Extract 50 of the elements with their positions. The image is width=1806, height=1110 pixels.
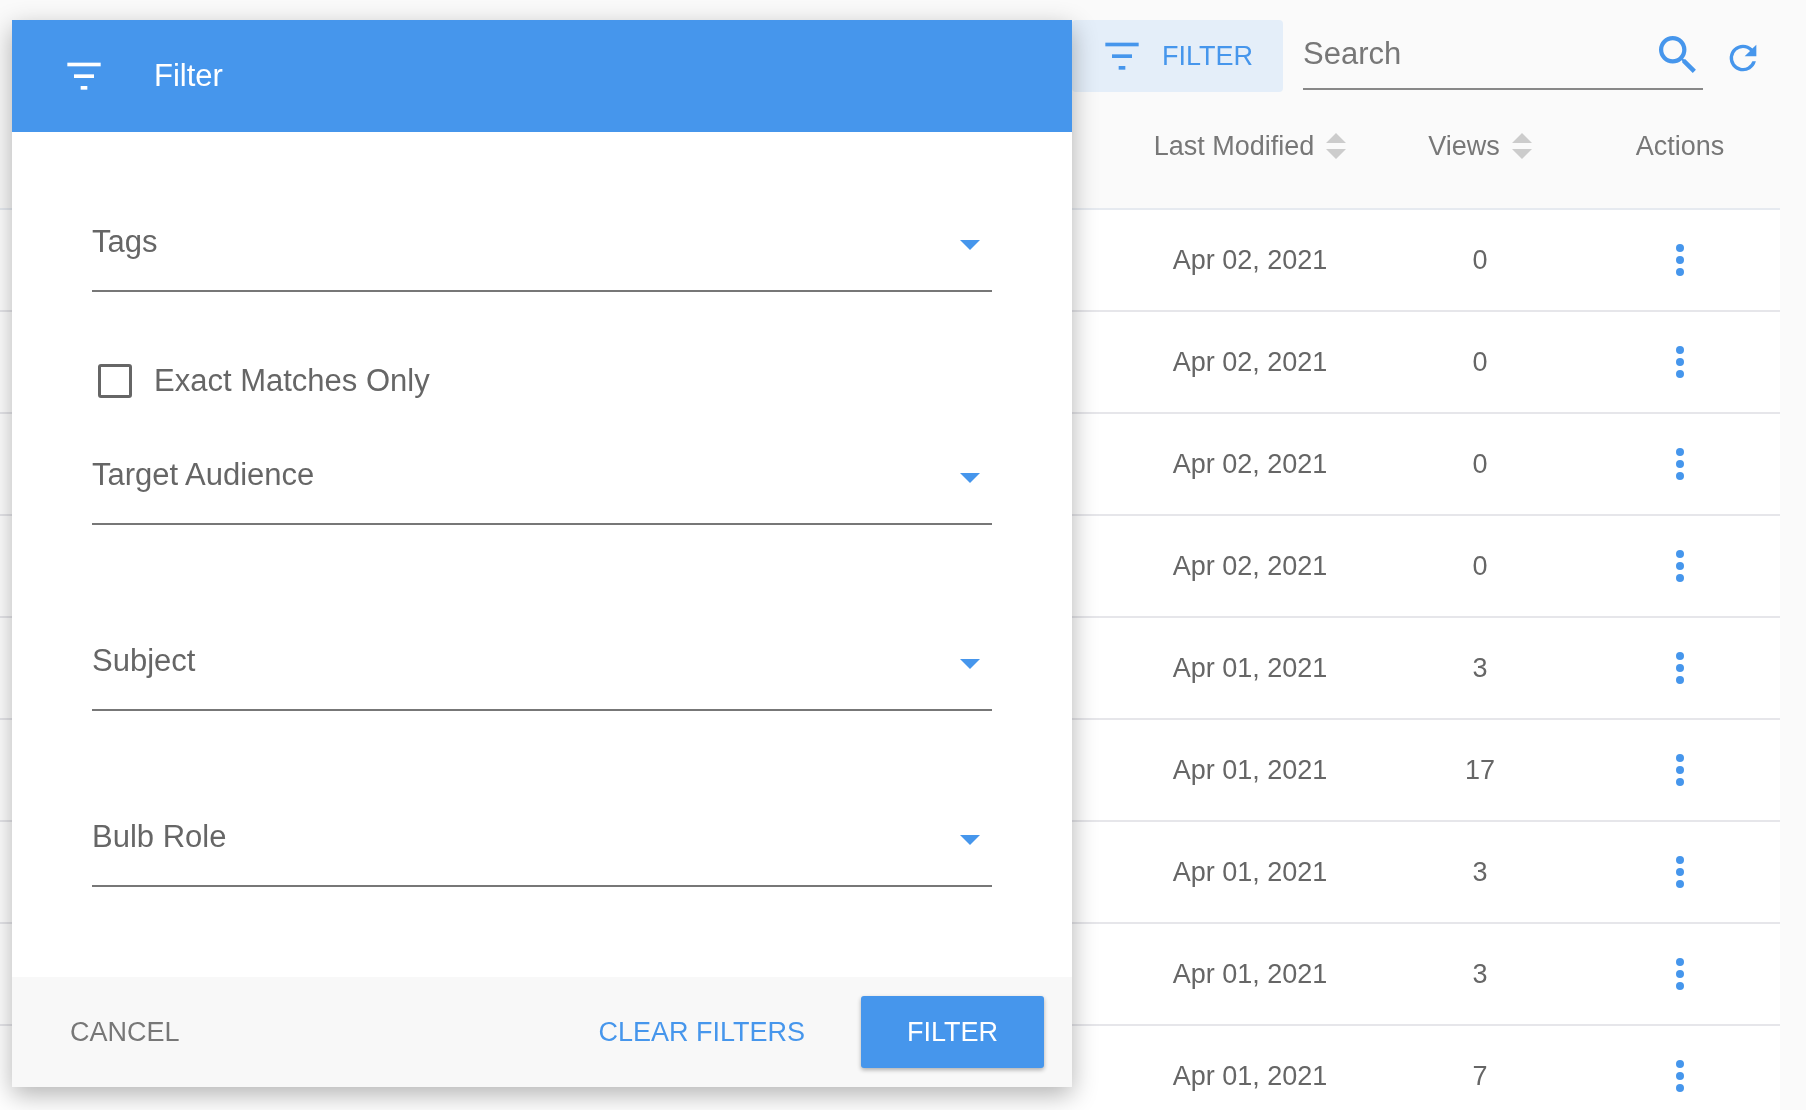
views-cell-text: 17	[1463, 754, 1496, 786]
filter-button[interactable]: FILTER	[1072, 20, 1283, 92]
sort-icon	[1326, 133, 1347, 159]
date-cell-text: Apr 01, 2021	[1171, 652, 1329, 684]
more-options-button[interactable]	[1675, 549, 1685, 583]
more-options-button[interactable]	[1675, 447, 1685, 481]
caret-icon	[960, 659, 980, 669]
checkbox-label: Exact Matches Only	[154, 363, 430, 399]
date-cell-text: Apr 02, 2021	[1171, 346, 1329, 378]
search-icon[interactable]	[1659, 36, 1697, 74]
dropdown-field[interactable]: Bulb Role	[92, 807, 992, 887]
views-cell-text: 3	[1471, 652, 1489, 684]
date-cell-text: Apr 01, 2021	[1171, 1060, 1329, 1092]
views-cell-text: 3	[1471, 958, 1489, 990]
date-cell-text: Apr 01, 2021	[1171, 754, 1329, 786]
more-options-button[interactable]	[1675, 243, 1685, 277]
more-options-button[interactable]	[1675, 651, 1685, 685]
caret-icon	[960, 473, 980, 483]
more-options-button[interactable]	[1675, 345, 1685, 379]
dropdown-field[interactable]: Target Audience	[92, 445, 992, 525]
cancel-button[interactable]: CANCEL	[60, 996, 190, 1068]
more-options-button[interactable]	[1675, 1059, 1685, 1093]
views-cell-text: 3	[1471, 856, 1489, 888]
views-cell-text: 0	[1471, 448, 1489, 480]
sort-icon	[1511, 133, 1532, 159]
date-cell-text: Apr 02, 2021	[1171, 550, 1329, 582]
filter-button[interactable]: FILTER	[861, 996, 1044, 1068]
more-options-button[interactable]	[1675, 753, 1685, 787]
views-cell-text: 0	[1471, 244, 1489, 276]
more-options-button[interactable]	[1675, 957, 1685, 991]
checkbox[interactable]	[98, 364, 132, 398]
column-header[interactable]: Last Modified	[1153, 130, 1347, 162]
caret-icon	[960, 240, 980, 250]
filter-icon	[64, 61, 104, 91]
filter-icon	[1102, 41, 1142, 71]
dropdown-field[interactable]: Tags	[92, 212, 992, 292]
views-cell-text: 7	[1471, 1060, 1489, 1092]
column-header[interactable]: Views	[1428, 130, 1532, 162]
clear-filters-button[interactable]: CLEAR FILTERS	[588, 996, 815, 1068]
date-cell-text: Apr 02, 2021	[1171, 244, 1329, 276]
views-cell-text: 0	[1471, 346, 1489, 378]
views-cell-text: 0	[1471, 550, 1489, 582]
dropdown-field[interactable]: Subject	[92, 631, 992, 711]
date-cell-text: Apr 01, 2021	[1171, 856, 1329, 888]
column-header: Actions	[1635, 130, 1725, 162]
more-options-button[interactable]	[1675, 855, 1685, 889]
date-cell-text: Apr 02, 2021	[1171, 448, 1329, 480]
caret-icon	[960, 835, 980, 845]
dialog-title: Filter	[154, 58, 223, 94]
date-cell-text: Apr 01, 2021	[1171, 958, 1329, 990]
